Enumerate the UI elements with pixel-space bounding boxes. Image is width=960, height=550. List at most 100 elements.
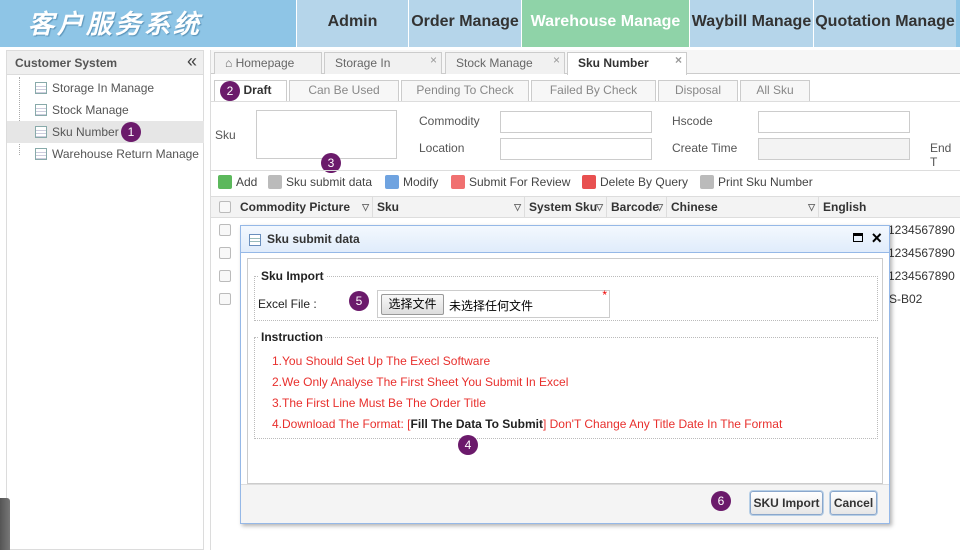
subtab-failed-by-check[interactable]: Failed By Check (531, 80, 656, 101)
tab-storage-in[interactable]: Storage In × (324, 52, 442, 74)
chevron-down-icon: ▽ (596, 202, 603, 212)
print-label: Print Sku Number (718, 175, 813, 189)
top-bar: 客户服务系统 Admin Order Manage Warehouse Mana… (0, 0, 960, 47)
app-logo: 客户服务系统 (28, 10, 203, 40)
upload-icon (268, 175, 282, 189)
create-time-label: Create Time (672, 141, 738, 155)
sidebar-item-sku-number[interactable]: Sku Number 1 (7, 121, 204, 143)
sku-import-button[interactable]: SKU Import (750, 491, 823, 515)
top-nav: Admin Order Manage Warehouse Manage Wayb… (296, 0, 956, 47)
edit-icon (385, 175, 399, 189)
nav-warehouse-manage[interactable]: Warehouse Manage (521, 0, 689, 47)
close-icon[interactable]: × (871, 228, 882, 249)
commodity-input[interactable] (500, 111, 652, 133)
print-sku-number-button[interactable]: Print Sku Number (700, 175, 813, 189)
instruction-line-1: 1.You Should Set Up The Execl Software (272, 354, 491, 368)
sidebar-item-stock-manage[interactable]: Stock Manage (15, 99, 201, 121)
tab-sku-number[interactable]: Sku Number × (567, 52, 687, 75)
submit-for-review-button[interactable]: Submit For Review (451, 175, 570, 189)
col-label: Sku (377, 200, 400, 214)
sku-submit-dialog: Sku submit data × Sku Import Excel File … (240, 225, 890, 524)
subtab-all-sku[interactable]: All Sku (740, 80, 810, 101)
marker-badge-4: 4 (458, 435, 478, 455)
hscode-input[interactable] (758, 111, 910, 133)
subtab-pending-to-check[interactable]: Pending To Check (401, 80, 529, 101)
nav-quotation-manage[interactable]: Quotation Manage (813, 0, 956, 47)
close-icon[interactable]: × (553, 50, 560, 70)
marker-badge-6: 6 (711, 491, 731, 511)
nav-admin[interactable]: Admin (296, 0, 408, 47)
close-icon[interactable]: × (675, 50, 682, 70)
hscode-label: Hscode (672, 114, 713, 128)
chevron-down-icon: ▽ (362, 202, 369, 212)
sidebar-item-warehouse-return[interactable]: Warehouse Return Manage (15, 143, 201, 165)
row-checkbox[interactable] (219, 293, 231, 305)
tab-label: Stock Manage (456, 56, 533, 70)
sku-submit-label: Sku submit data (286, 175, 373, 189)
tab-bar: ⌂ Homepage Storage In × Stock Manage × Sku… (211, 50, 960, 75)
delete-label: Delete By Query (600, 175, 689, 189)
sidebar-title: Customer System (15, 56, 118, 70)
status-tabs: Draft 2 Can Be Used Pending To Check Fai… (211, 78, 960, 102)
marker-badge-1: 1 (121, 122, 141, 142)
subtab-can-be-used[interactable]: Can Be Used (289, 80, 399, 101)
dialog-header: Sku submit data × (241, 226, 889, 253)
choose-file-button[interactable]: 选择文件 (381, 294, 444, 315)
col-chinese[interactable]: Chinese ▽ (667, 197, 819, 218)
sidebar-tree: Storage In Manage Stock Manage Sku Numbe… (7, 77, 204, 165)
row-checkbox[interactable] (219, 224, 231, 236)
home-icon: ⌂ (225, 56, 236, 70)
sku-submit-data-button[interactable]: Sku submit data (268, 175, 372, 189)
fill-data-link[interactable]: Fill The Data To Submit (411, 417, 543, 431)
create-time-input[interactable] (758, 138, 910, 160)
subtab-disposal[interactable]: Disposal (658, 80, 738, 101)
instruction-line-4: 4.Download The Format: [Fill The Data To… (272, 417, 782, 431)
tab-homepage[interactable]: ⌂ Homepage (214, 52, 322, 74)
col-english[interactable]: English (819, 197, 960, 218)
chevron-down-icon: ▽ (808, 202, 815, 212)
col-sku[interactable]: Sku ▽ (373, 197, 525, 218)
collapse-icon[interactable]: « (187, 51, 197, 72)
sidebar-item-storage-in[interactable]: Storage In Manage (15, 77, 201, 99)
close-icon[interactable]: × (430, 50, 437, 70)
col-label: System Sku (529, 200, 598, 214)
add-icon (218, 175, 232, 189)
col-commodity-picture[interactable]: Commodity Picture ▽ (236, 197, 373, 218)
location-input[interactable] (500, 138, 652, 160)
grid-icon (35, 126, 47, 138)
marker-badge-5: 5 (349, 291, 369, 311)
cell-english: 1234567890 (888, 269, 955, 283)
tab-stock-manage[interactable]: Stock Manage × (445, 52, 565, 74)
dialog-title: Sku submit data (267, 232, 360, 246)
marker-badge-2: 2 (220, 81, 240, 101)
row-checkbox[interactable] (219, 270, 231, 282)
select-all-checkbox[interactable] (219, 201, 231, 213)
delete-icon (582, 175, 596, 189)
tab-label: Homepage (235, 56, 295, 70)
cell-english: 1234567890 (888, 246, 955, 260)
location-label: Location (419, 141, 465, 155)
end-time-label: End T (930, 141, 952, 169)
modify-button[interactable]: Modify (385, 175, 438, 189)
modify-label: Modify (403, 175, 439, 189)
grid-icon (35, 82, 47, 94)
col-label: English (823, 200, 867, 214)
commodity-label: Commodity (419, 114, 480, 128)
nav-waybill-manage[interactable]: Waybill Manage (689, 0, 813, 47)
nav-order-manage[interactable]: Order Manage (408, 0, 521, 47)
grid-header: Commodity Picture ▽ Sku ▽ System Sku ▽ Barc… (211, 196, 960, 218)
chevron-down-icon: ▽ (656, 202, 663, 212)
delete-by-query-button[interactable]: Delete By Query (582, 175, 688, 189)
file-status: 未选择任何文件 (449, 299, 534, 313)
col-system-sku[interactable]: System Sku ▽ (525, 197, 607, 218)
grid-icon (35, 148, 47, 160)
col-barcode[interactable]: Barcode ▽ (607, 197, 667, 218)
maximize-icon[interactable] (853, 233, 863, 242)
add-button[interactable]: Add (218, 175, 257, 189)
sku-textarea[interactable] (256, 110, 397, 159)
cancel-button[interactable]: Cancel (830, 491, 877, 515)
file-input[interactable]: 选择文件 未选择任何文件 * (377, 288, 610, 318)
sidebar-header: Customer System « (7, 51, 203, 75)
row-checkbox[interactable] (219, 247, 231, 259)
toolbar: Add Sku submit data Modify Submit For Re… (211, 170, 960, 192)
